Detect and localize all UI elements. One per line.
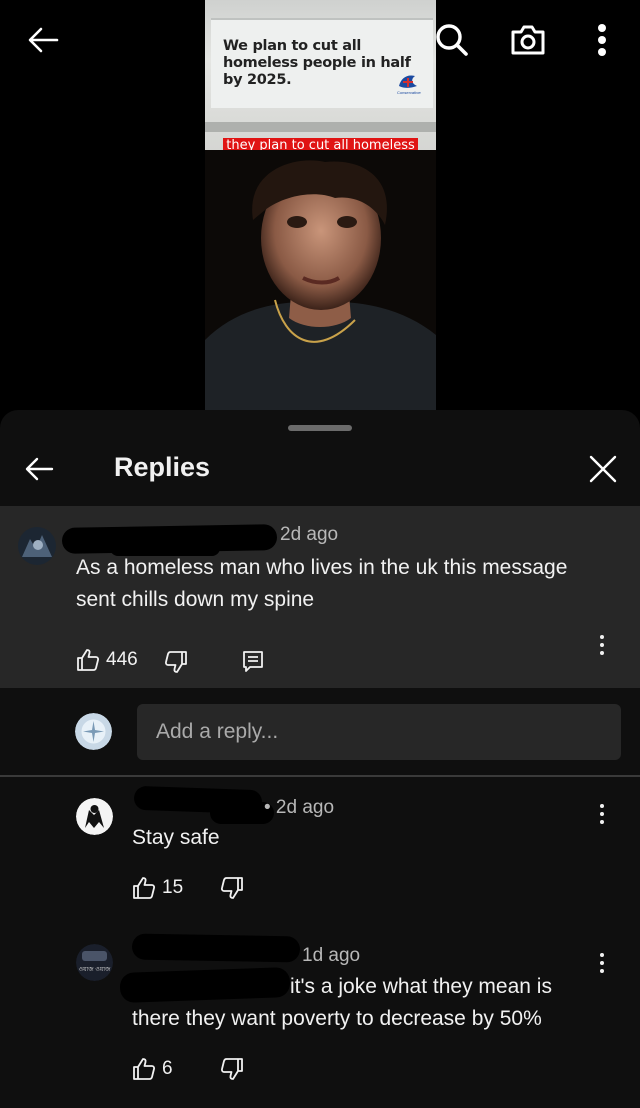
thumbs-down-icon bbox=[220, 1058, 243, 1080]
reply-text: it's a joke what they mean is there they… bbox=[132, 975, 552, 1030]
reply-text: Stay safe bbox=[132, 826, 220, 849]
comment-time: 2d ago bbox=[280, 524, 339, 545]
reply-input[interactable] bbox=[137, 704, 621, 760]
comment-text: As a homeless man who lives in the uk th… bbox=[76, 556, 568, 611]
divider bbox=[0, 775, 640, 777]
avatar[interactable] bbox=[76, 798, 113, 835]
conservatives-logo: Conservatives bbox=[397, 75, 421, 95]
dislike-button[interactable] bbox=[164, 650, 188, 674]
thumbs-down-icon bbox=[220, 877, 243, 899]
user-avatar bbox=[75, 713, 112, 750]
billboard: We plan to cut all homeless people in ha… bbox=[205, 0, 436, 150]
drag-handle[interactable] bbox=[288, 425, 352, 431]
thumbs-up-icon bbox=[133, 877, 156, 899]
more-options-icon[interactable] bbox=[592, 799, 612, 829]
close-icon[interactable] bbox=[582, 448, 624, 490]
dislike-button[interactable] bbox=[220, 1057, 244, 1081]
avatar[interactable]: ওয়াজ ওয়াজ bbox=[76, 944, 113, 981]
like-count: 6 bbox=[162, 1058, 173, 1079]
panel-title: Replies bbox=[114, 452, 211, 482]
camera-icon[interactable] bbox=[508, 20, 548, 60]
avatar[interactable] bbox=[18, 527, 56, 565]
thumbs-down-icon bbox=[164, 651, 187, 673]
reply-time: • 2d ago bbox=[264, 797, 335, 818]
search-icon[interactable] bbox=[432, 20, 472, 60]
reply-time: 1d ago bbox=[302, 945, 361, 966]
more-vert-icon[interactable] bbox=[582, 20, 622, 60]
redacted-username bbox=[131, 933, 301, 963]
back-arrow-icon[interactable] bbox=[18, 448, 60, 490]
like-count: 446 bbox=[106, 649, 138, 670]
avatar-text: ওয়াজ ওয়াজ bbox=[78, 967, 111, 973]
video-person bbox=[205, 150, 436, 412]
thumbs-up-icon bbox=[77, 649, 100, 671]
dislike-button[interactable] bbox=[220, 876, 244, 900]
back-arrow-icon[interactable] bbox=[23, 20, 63, 60]
main-comment: 2d ago As a homeless man who lives in th… bbox=[0, 506, 640, 688]
thumbs-up-icon bbox=[133, 1058, 156, 1080]
comment-icon bbox=[243, 651, 263, 672]
like-button[interactable]: 6 bbox=[132, 1057, 173, 1081]
like-button[interactable]: 15 bbox=[132, 876, 183, 900]
more-options-icon[interactable] bbox=[592, 948, 612, 978]
video-player[interactable]: We plan to cut all homeless people in ha… bbox=[0, 0, 640, 420]
replies-panel: Replies 2d ago As a homeless man who liv… bbox=[0, 410, 640, 1108]
svg-text:Conservatives: Conservatives bbox=[397, 90, 421, 95]
video-frame: We plan to cut all homeless people in ha… bbox=[205, 0, 436, 412]
more-options-icon[interactable] bbox=[592, 630, 612, 660]
like-count: 15 bbox=[162, 877, 184, 898]
reply-button[interactable] bbox=[242, 650, 264, 674]
like-button[interactable]: 446 bbox=[76, 648, 138, 672]
reply-input-box[interactable] bbox=[137, 704, 621, 760]
